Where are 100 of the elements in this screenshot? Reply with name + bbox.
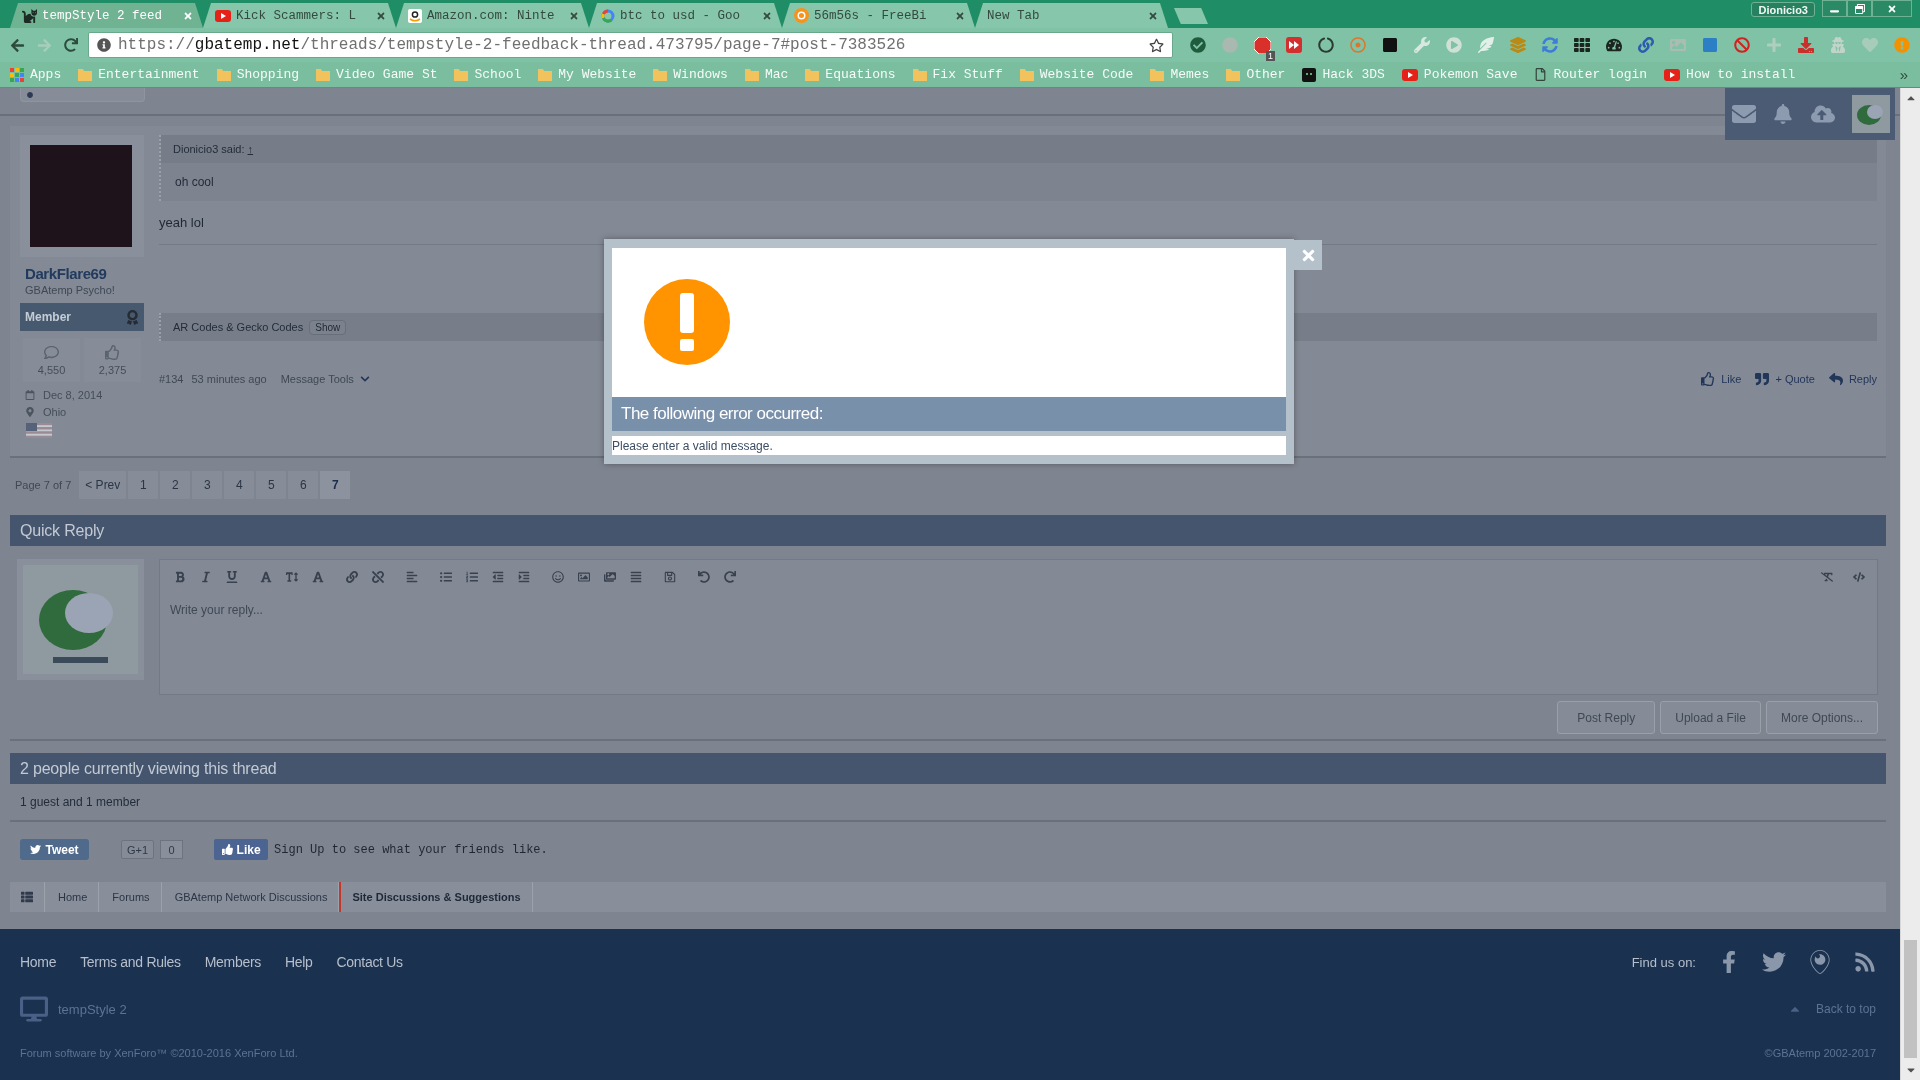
page-button[interactable]: 7 xyxy=(320,471,351,499)
restore-button[interactable] xyxy=(1847,0,1872,17)
bookmark[interactable]: My Website xyxy=(538,67,637,82)
text-block-icon[interactable] xyxy=(630,570,642,583)
list-icon[interactable] xyxy=(21,891,33,903)
footer-link[interactable]: Home xyxy=(20,954,57,970)
underline-icon[interactable] xyxy=(226,570,238,583)
bookmark[interactable]: Memes xyxy=(1150,67,1210,82)
post-number-link[interactable]: #134 xyxy=(159,373,184,385)
reply-field[interactable]: Write your reply... xyxy=(159,593,1878,695)
bookmark[interactable]: Apps xyxy=(10,67,62,82)
page-button[interactable]: 6 xyxy=(288,471,319,499)
username-link[interactable]: DarkFlare69 xyxy=(20,265,144,283)
close-button[interactable] xyxy=(1294,240,1322,270)
footer-link[interactable]: Members xyxy=(204,954,261,970)
info-icon[interactable] xyxy=(97,38,111,52)
bookmark[interactable]: Windows xyxy=(653,67,728,82)
plus-one-button[interactable]: G+1 xyxy=(121,840,155,859)
page-button[interactable]: 3 xyxy=(192,471,223,499)
browser-tab[interactable]: Amazon.com: Ninte xyxy=(396,3,589,28)
link-icon[interactable] xyxy=(346,570,358,583)
fast-forward-icon[interactable] xyxy=(1286,37,1302,53)
browser-tab[interactable]: Kick Scammers: L xyxy=(203,3,396,28)
bullet-list-icon[interactable] xyxy=(440,570,452,583)
footer-link[interactable]: Terms and Rules xyxy=(80,954,181,970)
scrollbar-thumb[interactable] xyxy=(1904,940,1917,1058)
monitor-icon[interactable] xyxy=(20,995,48,1023)
show-button[interactable]: Show xyxy=(309,319,347,335)
unlink-icon[interactable] xyxy=(372,570,384,583)
link-icon[interactable] xyxy=(1638,37,1654,53)
image-icon[interactable] xyxy=(578,570,590,583)
bookmark[interactable]: Mac xyxy=(744,67,789,82)
like-button[interactable]: Like xyxy=(214,839,269,860)
message-tools-button[interactable]: Message Tools xyxy=(280,373,370,385)
tweet-button[interactable]: Tweet xyxy=(20,839,89,860)
bell-icon[interactable] xyxy=(1773,104,1794,124)
quote-link[interactable]: ↑ xyxy=(247,143,254,155)
font-icon[interactable] xyxy=(312,570,324,583)
style-name-link[interactable]: tempStyle 2 xyxy=(58,1001,127,1017)
grid-icon[interactable] xyxy=(1574,37,1590,53)
back-icon[interactable] xyxy=(10,37,25,53)
bold-icon[interactable] xyxy=(174,570,186,583)
bookmark[interactable]: Entertainment xyxy=(78,67,200,82)
font-color-icon[interactable] xyxy=(260,570,272,583)
redo-icon[interactable] xyxy=(724,570,736,583)
bookmark[interactable]: Hack 3DS xyxy=(1302,67,1385,82)
italic-icon[interactable] xyxy=(200,570,212,583)
reply-button[interactable]: Reply xyxy=(1828,372,1877,386)
avatar-image[interactable] xyxy=(1852,95,1890,133)
reload-icon[interactable] xyxy=(64,38,78,52)
images-icon[interactable] xyxy=(604,570,616,583)
bookmark[interactable]: Router login xyxy=(1534,67,1648,82)
browser-tab[interactable]: btc to usd - Goo xyxy=(589,3,782,28)
post-reply-button[interactable]: Post Reply xyxy=(1557,701,1656,734)
like-button[interactable]: Like xyxy=(1701,372,1742,386)
close-icon[interactable] xyxy=(762,10,772,21)
ban-icon[interactable] xyxy=(1734,37,1750,53)
align-left-icon[interactable] xyxy=(406,570,418,583)
close-icon[interactable] xyxy=(1148,10,1158,21)
rss-icon[interactable] xyxy=(1854,951,1876,973)
close-icon[interactable] xyxy=(183,10,193,21)
remove-format-icon[interactable] xyxy=(1821,570,1833,583)
star-icon[interactable] xyxy=(1149,37,1164,53)
bookmark[interactable]: Website Code xyxy=(1019,67,1134,82)
breadcrumb-link[interactable]: Forums xyxy=(99,882,162,912)
mail-icon[interactable] xyxy=(1732,102,1756,126)
bookmark[interactable]: Other xyxy=(1226,67,1286,82)
minimize-button[interactable] xyxy=(1822,0,1847,17)
text-size-icon[interactable] xyxy=(286,570,298,583)
breadcrumb-link[interactable]: Home xyxy=(45,882,100,912)
octagon-icon[interactable] xyxy=(1253,36,1271,54)
new-tab-button[interactable] xyxy=(1174,8,1208,24)
page-button[interactable]: 2 xyxy=(160,471,191,499)
prev-page-button[interactable]: < Prev xyxy=(79,471,127,499)
bookmark[interactable]: How to install xyxy=(1664,67,1796,82)
download-icon[interactable] xyxy=(1798,37,1814,53)
close-icon[interactable] xyxy=(569,10,579,21)
profile-button[interactable]: Dionicio3 xyxy=(1751,2,1815,17)
browser-tab[interactable]: 56m56s - FreeBi xyxy=(782,3,975,28)
breadcrumb-link[interactable]: GBAtemp Network Discussions xyxy=(161,882,340,912)
back-to-top-link[interactable]: Back to top xyxy=(1815,1002,1876,1016)
upload-button[interactable]: Upload a File xyxy=(1660,701,1761,734)
numbered-list-icon[interactable] xyxy=(466,570,478,583)
code-icon[interactable] xyxy=(1853,570,1865,583)
bookmark[interactable]: Shopping xyxy=(216,67,300,82)
avatar-image[interactable] xyxy=(23,565,138,674)
undo-icon[interactable] xyxy=(698,570,710,583)
close-icon[interactable] xyxy=(955,10,965,21)
footer-link[interactable]: Contact Us xyxy=(336,954,403,970)
save-icon[interactable] xyxy=(664,570,676,583)
quote-button[interactable]: + Quote xyxy=(1755,372,1815,386)
close-window-button[interactable] xyxy=(1872,0,1912,17)
breadcrumb-link[interactable]: Site Discussions & Suggestions xyxy=(339,882,533,912)
indent-icon[interactable] xyxy=(518,570,530,583)
more-bookmarks-button[interactable]: » xyxy=(1899,66,1908,83)
more-options-button[interactable]: More Options... xyxy=(1765,701,1878,734)
browser-tab[interactable]: New Tab xyxy=(975,3,1168,28)
scrollbar[interactable] xyxy=(1900,88,1920,1080)
bookmark[interactable]: Fix Stuff xyxy=(912,67,1003,82)
smiley-icon[interactable] xyxy=(552,570,564,583)
